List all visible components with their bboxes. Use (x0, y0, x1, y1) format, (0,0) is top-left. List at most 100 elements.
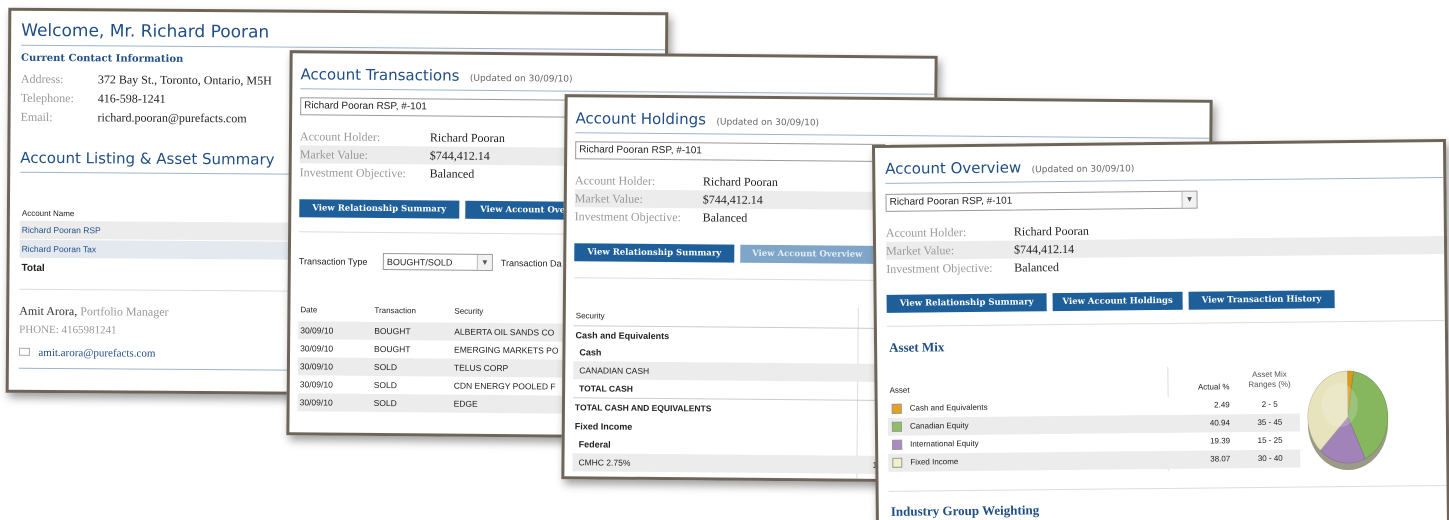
view-account-holdings-button[interactable]: View Account Holdings (1052, 291, 1183, 312)
portfolio-manager: Amit Arora, Portfolio Manager (19, 304, 168, 320)
contact-heading: Current Contact Information (20, 52, 184, 65)
security-name: CANADIAN CASH (579, 365, 650, 376)
asset-actual: 38.07 (1210, 454, 1231, 464)
welcome-title: Welcome, Mr. Richard Pooran (21, 20, 270, 43)
col-security: Security (575, 311, 605, 321)
cell-transaction: SOLD (373, 361, 398, 373)
holder-label: Account Holder: (574, 173, 656, 188)
asset-mix-table: Asset Mix Ranges (%) Asset Actual % Cash… (887, 366, 1301, 474)
market-label: Market Value: (886, 243, 955, 258)
legend-swatch (892, 457, 903, 468)
email-label: Email: (20, 109, 53, 125)
email-value: richard.pooran@purefacts.com (97, 110, 247, 126)
transaction-type-value: BOUGHT/SOLD (386, 257, 453, 268)
cell-transaction: SOLD (373, 379, 397, 391)
col-range-line1: Asset Mix (1252, 369, 1287, 380)
asset-range: 35 - 45 (1257, 417, 1283, 427)
updated-label: (Updated on 30/09/10) (1031, 164, 1135, 176)
col-asset: Asset (889, 385, 910, 395)
telephone-value: 416-598-1241 (97, 91, 166, 106)
subgroup-label: Cash (579, 347, 602, 358)
group-label: Fixed Income (574, 421, 633, 432)
view-relationship-summary-button[interactable]: View Relationship Summary (886, 293, 1047, 313)
asset-name: Cash and Equivalents (909, 402, 988, 413)
view-account-overview-button[interactable]: View Account Overview (740, 244, 875, 264)
cell-security: EDGE (453, 398, 478, 409)
cell-security: ALBERTA OIL SANDS CO (454, 326, 555, 338)
industry-weighting-title: Industry Group Weighting (890, 502, 1040, 519)
market-value: $744,412.14 (429, 148, 490, 163)
cell-date: 30/09/10 (300, 325, 334, 336)
holder-label: Account Holder: (299, 129, 381, 144)
col-actual: Actual % (1197, 382, 1230, 392)
asset-name: Fixed Income (910, 457, 959, 467)
updated-label: (Updated on 30/09/10) (716, 117, 820, 129)
account-select-value: Richard Pooran RSP, #-101 (579, 144, 702, 157)
overview-title: Account Overview (885, 158, 1022, 178)
chevron-down-icon[interactable]: ▼ (1181, 191, 1197, 208)
col-account-name: Account Name (21, 208, 75, 219)
overview-window: Account Overview (Updated on 30/09/10) R… (871, 139, 1449, 520)
col-date: Date (300, 305, 318, 315)
manager-name: Amit Arora, (19, 303, 78, 319)
objective-label: Investment Objective: (574, 209, 681, 225)
col-range: Asset Mix Ranges (%) (1239, 370, 1299, 391)
updated-label: (Updated on 30/09/10) (469, 73, 573, 85)
account-link[interactable]: Richard Pooran Tax (22, 240, 97, 259)
cell-transaction: BOUGHT (374, 325, 411, 337)
market-label: Market Value: (299, 147, 368, 162)
holder-value: Richard Pooran (429, 130, 505, 146)
col-transaction: Transaction (374, 305, 416, 316)
view-relationship-summary-button[interactable]: View Relationship Summary (299, 199, 460, 219)
col-range-line2: Ranges (%) (1248, 379, 1291, 390)
cell-date: 30/09/10 (299, 361, 334, 372)
total-label: Total (21, 262, 45, 274)
asset-rows: Cash and Equivalents 2.49 2 - 5 Canadian Eq… (887, 395, 1301, 472)
market-value: $744,412.14 (1014, 241, 1075, 257)
account-select[interactable]: Richard Pooran RSP, #-101 (575, 141, 886, 162)
market-value: $744,412.14 (702, 192, 763, 207)
view-relationship-summary-button[interactable]: View Relationship Summary (574, 243, 735, 263)
cell-security: CDN ENERGY POOLED F (453, 380, 556, 392)
group-label: Cash and Equivalents (575, 330, 670, 342)
asset-range: 2 - 5 (1261, 399, 1278, 409)
account-link[interactable]: Richard Pooran RSP (22, 221, 101, 240)
security-name: CMHC 2.75% (578, 457, 631, 468)
holder-label: Account Holder: (885, 225, 967, 240)
legend-swatch (891, 403, 902, 414)
manager-email-link[interactable]: amit.arora@purefacts.com (38, 347, 155, 360)
asset-actual: 40.94 (1209, 418, 1230, 428)
holder-value: Richard Pooran (1013, 223, 1089, 239)
subgroup-label: Federal (578, 439, 611, 450)
cell-date: 30/09/10 (300, 343, 334, 354)
market-label: Market Value: (574, 191, 643, 206)
asset-actual: 2.49 (1214, 400, 1230, 410)
cell-security: EMERGING MARKETS PO (454, 344, 559, 356)
objective-value: Balanced (702, 210, 748, 225)
view-transaction-history-button[interactable]: View Transaction History (1188, 290, 1335, 310)
manager-email-row[interactable]: amit.arora@purefacts.com (18, 343, 156, 362)
objective-label: Investment Objective: (299, 165, 406, 181)
transaction-type-label: Transaction Type (298, 256, 368, 267)
holdings-title: Account Holdings (575, 109, 707, 129)
account-select[interactable]: Richard Pooran RSP, #-101 ▼ (885, 190, 1198, 212)
transactions-title: Account Transactions (300, 65, 460, 85)
objective-value: Balanced (1014, 260, 1059, 275)
mail-icon (18, 347, 30, 356)
legend-swatch (892, 439, 903, 450)
objective-value: Balanced (429, 166, 475, 181)
asset-name: Canadian Equity (909, 421, 969, 431)
chevron-down-icon[interactable]: ▼ (476, 254, 492, 271)
asset-name: International Equity (910, 438, 979, 449)
transaction-type-select[interactable]: BOUGHT/SOLD ▼ (382, 253, 493, 271)
total-label: TOTAL CASH AND EQUIVALENTS (574, 402, 712, 414)
cell-transaction: SOLD (373, 397, 397, 409)
asset-mix-pie-chart (1307, 370, 1389, 471)
address-label: Address: (20, 71, 64, 87)
cell-date: 30/09/10 (299, 379, 333, 390)
subtotal-label: TOTAL CASH (579, 383, 634, 394)
cell-date: 30/09/10 (299, 397, 333, 408)
transaction-date-label: Transaction Da (500, 258, 562, 269)
telephone-label: Telephone: (20, 90, 74, 106)
cell-security: TELUS CORP (453, 362, 509, 374)
